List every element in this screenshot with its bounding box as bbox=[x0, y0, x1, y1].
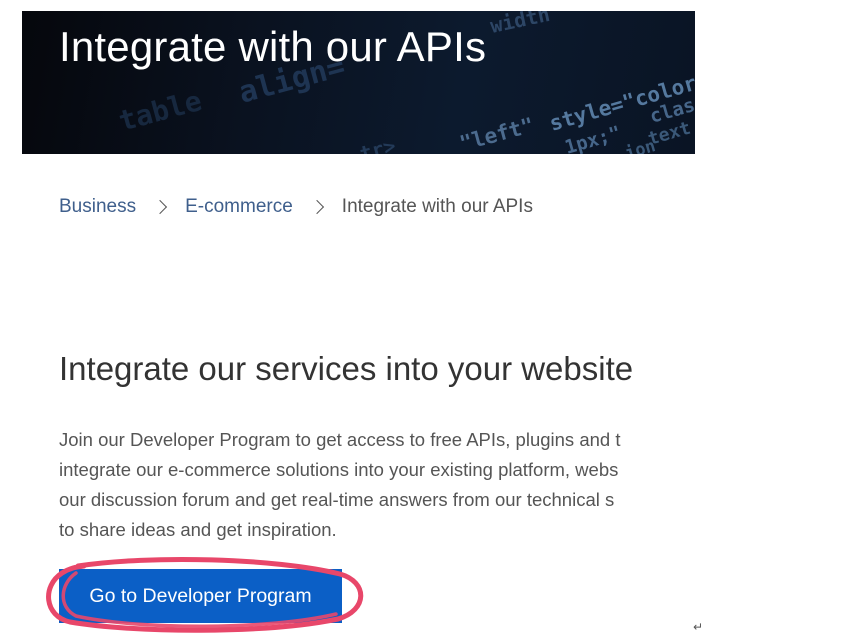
breadcrumb-current: Integrate with our APIs bbox=[341, 196, 533, 217]
section-heading: Integrate our services into your website bbox=[59, 350, 634, 387]
paragraph-line: Join our Developer Program to get access… bbox=[59, 429, 621, 450]
paragraph-line: to share ideas and get inspiration. bbox=[59, 519, 337, 540]
paragraph-line: integrate our e-commerce solutions into … bbox=[59, 459, 619, 480]
go-to-developer-program-button[interactable]: Go to Developer Program bbox=[59, 569, 342, 623]
chevron-right-icon bbox=[153, 199, 168, 215]
intro-paragraph: Join our Developer Program to get access… bbox=[59, 425, 695, 550]
paragraph-line: our discussion forum and get real-time a… bbox=[59, 489, 615, 510]
code-fragment: ion bbox=[623, 136, 658, 154]
return-icon: ↵ bbox=[693, 620, 704, 634]
code-fragment: table bbox=[115, 84, 205, 138]
breadcrumb-link-e-commerce[interactable]: E-commerce bbox=[185, 196, 293, 218]
breadcrumb-link-business[interactable]: Business bbox=[59, 196, 136, 218]
hero-title: Integrate with our APIs bbox=[59, 23, 487, 70]
code-fragment: "left" bbox=[457, 113, 536, 154]
code-fragment: width bbox=[488, 11, 552, 38]
chevron-right-icon bbox=[309, 199, 324, 215]
hero-banner: width align= style="color "left" 1px;" c… bbox=[22, 11, 695, 154]
breadcrumb: Business E-commerce Integrate with our A… bbox=[59, 196, 533, 218]
code-fragment: tr> bbox=[357, 133, 398, 154]
